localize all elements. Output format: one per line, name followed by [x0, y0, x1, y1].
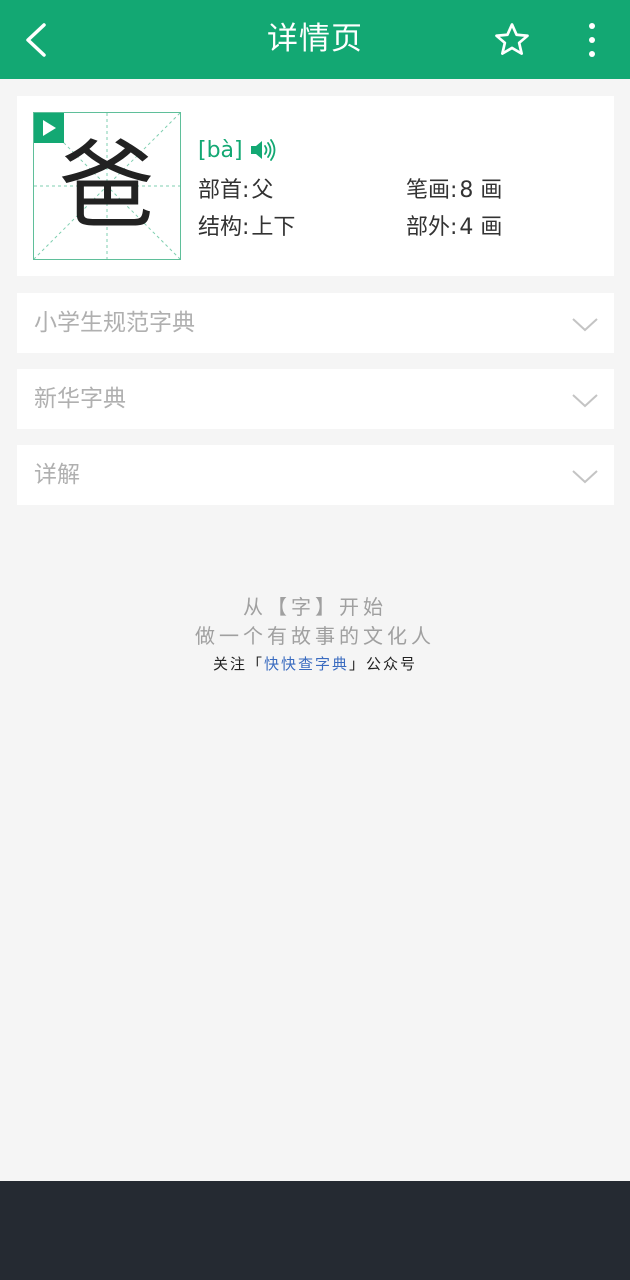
- extra-strokes-info: 部外:4 画: [406, 212, 502, 244]
- structure-label: 结构:: [198, 215, 250, 240]
- section-label: 新华字典: [34, 386, 126, 412]
- bottom-bar: [0, 1181, 630, 1280]
- section-detailed-explanation[interactable]: 详解: [17, 445, 614, 505]
- pinyin-text: [bà]: [198, 137, 243, 163]
- chevron-down-icon: [572, 318, 598, 332]
- radical-info: 部首:父: [198, 175, 273, 207]
- follow-suffix: 」公众号: [349, 655, 418, 673]
- more-vertical-icon: [589, 23, 595, 57]
- favorite-button[interactable]: [490, 18, 534, 62]
- pinyin-row[interactable]: [bà]: [198, 134, 277, 166]
- strokes-value: 8 画: [459, 178, 503, 203]
- section-student-dictionary[interactable]: 小学生规范字典: [17, 293, 614, 353]
- star-outline-icon: [495, 23, 529, 55]
- character-grid-box[interactable]: 爸: [33, 112, 181, 260]
- chevron-down-icon: [572, 470, 598, 484]
- stroke-animation-play-button[interactable]: [34, 113, 64, 143]
- character-card: 爸 [bà] 部首:父 笔画:8 画 结构:上下 部外:4 画: [17, 96, 614, 276]
- follow-prefix: 关注「: [212, 655, 264, 673]
- play-icon: [43, 120, 56, 136]
- speaker-icon[interactable]: [249, 138, 277, 162]
- extra-strokes-value: 4 画: [459, 215, 503, 240]
- slogan-line-2: 做一个有故事的文化人: [195, 624, 435, 648]
- strokes-info: 笔画:8 画: [406, 175, 502, 207]
- page-title: 详情页: [267, 21, 363, 57]
- section-xinhua-dictionary[interactable]: 新华字典: [17, 369, 614, 429]
- section-label: 详解: [34, 462, 80, 488]
- chevron-down-icon: [572, 394, 598, 408]
- radical-label: 部首:: [198, 178, 250, 203]
- structure-info: 结构:上下: [198, 212, 295, 244]
- slogan-line-1: 从【字】开始: [243, 595, 387, 619]
- app-header: 详情页: [0, 0, 630, 79]
- structure-value: 上下: [251, 215, 296, 240]
- more-menu-button[interactable]: [570, 18, 614, 62]
- radical-value: 父: [251, 178, 274, 203]
- brand-link[interactable]: 快快查字典: [264, 655, 349, 673]
- strokes-label: 笔画:: [406, 178, 458, 203]
- extra-strokes-label: 部外:: [406, 215, 458, 240]
- follow-account-text: 关注「快快查字典」公众号: [0, 653, 630, 674]
- section-label: 小学生规范字典: [34, 310, 195, 336]
